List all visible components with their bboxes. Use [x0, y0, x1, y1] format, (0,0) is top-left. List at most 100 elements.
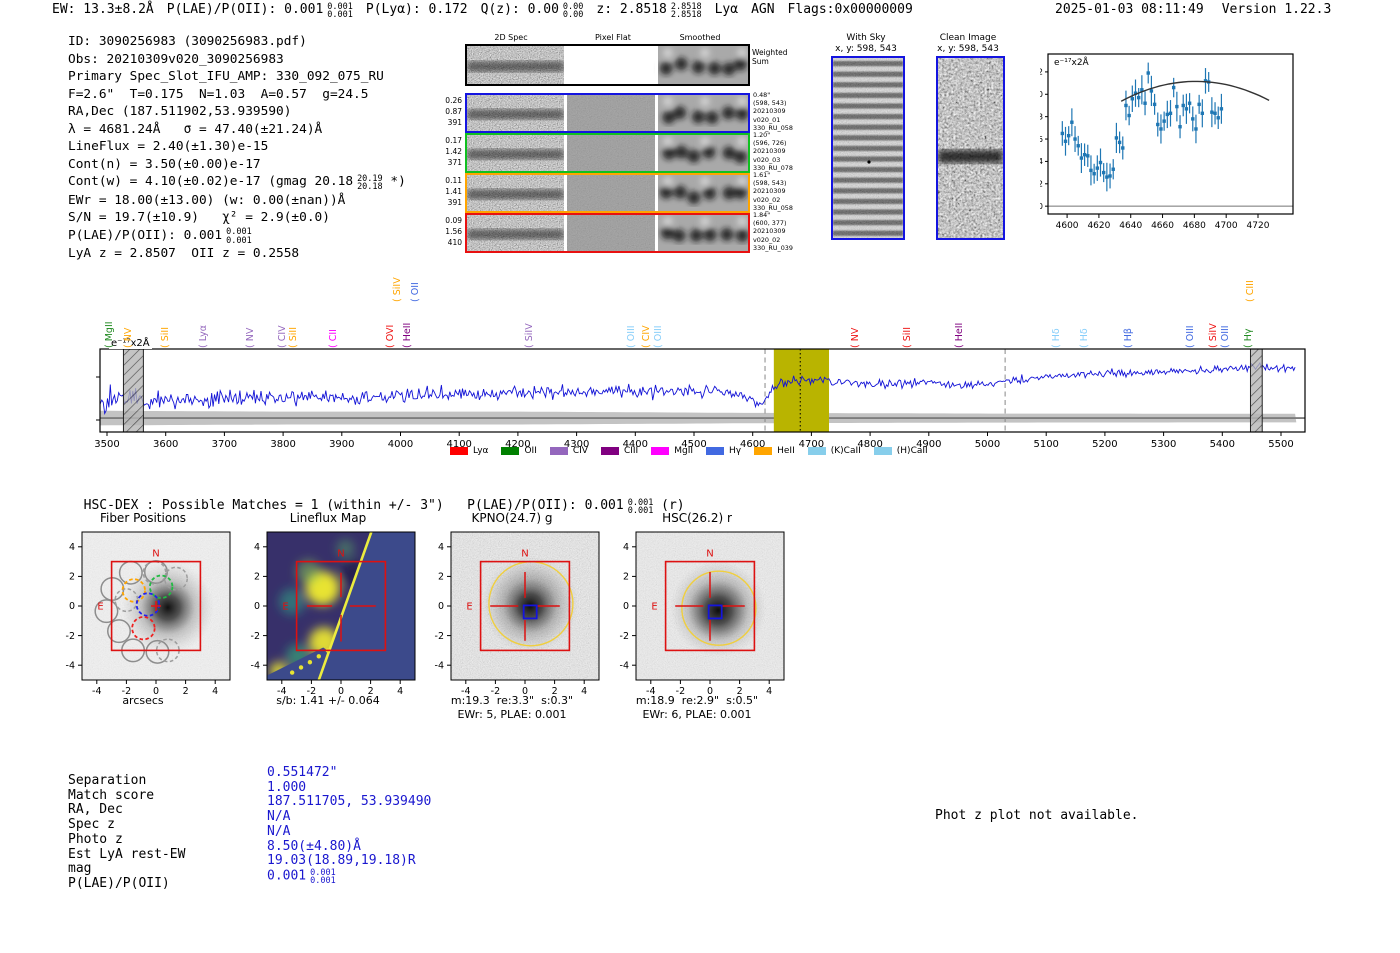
cutout-xlabel-kpno: m:19.3 re:3.3" s:0.3"	[450, 694, 574, 707]
header-plya: P(Lyα): 0.172	[365, 2, 468, 17]
svg-text:4: 4	[438, 542, 444, 553]
header-timestamp: 2025-01-03 08:11:49	[1055, 2, 1204, 17]
info-radec: RA,Dec (187.511902,53.939590)	[68, 104, 292, 120]
withsky-frame-image	[833, 58, 903, 238]
svg-text:-4: -4	[435, 660, 444, 671]
cleanimage-image	[936, 56, 1005, 240]
match-label-specz: Spec z	[68, 817, 115, 833]
svg-text:4: 4	[623, 542, 629, 553]
line-label-SiII: ( SiII	[901, 327, 913, 348]
line-label-MgII: ( MgII	[103, 321, 115, 348]
svg-text:4620: 4620	[1087, 221, 1110, 231]
line-label-SiIV: ( SiIV	[523, 323, 535, 348]
pixelflat-header: Pixel Flat	[595, 33, 631, 42]
svg-text:4640: 4640	[1119, 221, 1142, 231]
match-label-radec: RA, Dec	[68, 802, 123, 818]
svg-text:-4: -4	[66, 660, 75, 671]
cutout-title-hsc: HSC(26.2) r	[662, 511, 732, 525]
cutout-title-fiber: Fiber Positions	[99, 511, 187, 525]
line-label-Lyα: ( Lyα	[198, 324, 210, 348]
svg-text:N: N	[706, 548, 713, 559]
line-label-OIII: ( OIII	[1185, 325, 1197, 348]
line-label-NV: ( NV	[850, 327, 861, 348]
line-label-SiIV: ( SiIV	[391, 277, 403, 302]
cutout-plot-0: NE-4 -2 0 2 4420-2-4	[66, 531, 231, 697]
match-label-score: Match score	[68, 787, 155, 803]
svg-text:5100: 5100	[1033, 439, 1058, 450]
svg-text:5400: 5400	[1210, 439, 1235, 450]
2dspec-row-right-info: 1.84" (600, 377) 20210309 v020_02 330_RU_039	[753, 211, 793, 252]
legend-item-OII: OII	[501, 446, 537, 456]
line-label-OIII: ( OIII	[652, 325, 664, 348]
2dspec-weighted-row	[465, 44, 750, 86]
smoothed-header: Smoothed	[679, 33, 721, 42]
withsky-image	[831, 56, 905, 240]
header-type: Lyα	[714, 2, 739, 17]
svg-text:3900: 3900	[329, 439, 354, 450]
withsky-title: With Sky x, y: 598, 543	[835, 33, 897, 54]
2dspec-exposure-row	[465, 213, 750, 253]
legend-item-(K)CaII: (K)CaII	[807, 446, 861, 456]
svg-text:5000: 5000	[975, 439, 1000, 450]
info-seeing: F=2.6" T=0.175 N=1.03 A=0.57 g=24.5	[68, 86, 369, 102]
line-label-CII: ( CII	[327, 329, 339, 348]
legend-label: CIII	[623, 446, 639, 456]
legend-swatch	[807, 446, 826, 456]
cutout-plot-1: NE-4 -2 0 2 4420-2-4	[251, 531, 416, 697]
qz-stack: 0.00 0.00	[562, 1, 584, 20]
2dspec-exposure-row	[465, 173, 750, 213]
header-plae: P(LAE)/P(OII): 0.001 0.001 0.001	[166, 1, 353, 20]
legend-label: HeII	[777, 446, 795, 456]
legend-swatch	[873, 446, 892, 456]
photz-unavailable-note: Phot z plot not available.	[935, 808, 1139, 823]
svg-text:-2: -2	[620, 631, 629, 642]
info-sn-chi2: S/N = 19.7(±10.9) χ² = 2.9(±0.0)	[68, 210, 330, 226]
line-label-HeII: ( HeII	[954, 322, 966, 348]
line-label-Hδ: ( Hδ	[1078, 328, 1090, 348]
match-label-photoz: Photo z	[68, 831, 123, 847]
cutout-xlabel-fiber: arcsecs	[122, 694, 164, 707]
legend-item-(H)CaII: (H)CaII	[873, 446, 928, 456]
svg-text:12: 12	[1040, 68, 1043, 77]
cutout-title-lineflux: Lineflux Map	[289, 511, 367, 525]
line-label-SiIV: ( SiIV	[1208, 323, 1220, 348]
svg-text:-2: -2	[435, 631, 444, 642]
legend-swatch	[501, 446, 520, 456]
z-stack: 2.8518 2.8518	[670, 1, 702, 20]
header-z: z: 2.8518 2.8518 2.8518	[596, 1, 702, 20]
info-plae: P(LAE)/P(OII): 0.001 0.001 0.001	[68, 227, 252, 246]
2dspec-exposure-row-image	[467, 175, 748, 211]
svg-text:2: 2	[623, 572, 629, 583]
svg-text:N: N	[521, 548, 528, 559]
header-flags: Flags:0x00000009	[787, 2, 913, 17]
match-value-radec: 187.511705, 53.939490	[267, 794, 432, 810]
svg-text:5200: 5200	[1092, 439, 1117, 450]
legend-item-Hγ: Hγ	[706, 446, 741, 456]
match-label-separation: Separation	[68, 773, 147, 788]
svg-text:-2: -2	[251, 631, 260, 642]
svg-text:N: N	[152, 548, 159, 559]
2dspec-row-left-stats: 0.26 0.87 391	[445, 96, 462, 127]
svg-text:0: 0	[69, 601, 75, 612]
legend-item-CIV: CIV	[549, 446, 588, 456]
line-label-OIII: ( OIII	[626, 325, 638, 348]
svg-text:2: 2	[254, 572, 260, 583]
svg-text:N: N	[337, 548, 344, 559]
svg-text:3500: 3500	[95, 439, 120, 450]
2dspec-exposure-row-image	[467, 95, 749, 131]
match-value-plae: 0.001 0.001 0.001	[267, 867, 336, 887]
line-label-SiII: ( SiII	[287, 327, 299, 348]
legend-label: (K)CaII	[830, 446, 861, 456]
svg-text:E: E	[651, 602, 657, 613]
match-label-plae: P(LAE)/P(OII)	[68, 875, 170, 891]
svg-text:4: 4	[254, 542, 260, 553]
line-label-OII: ( OII	[409, 282, 421, 302]
line-label-Hγ: ( Hγ	[1243, 328, 1255, 349]
info-plae-stack: 0.001 0.001	[226, 227, 252, 246]
svg-text:0: 0	[1040, 202, 1043, 211]
cutout-plot-3: NE-4 -2 0 2 4420-2-4	[620, 531, 785, 697]
svg-text:-4: -4	[620, 660, 629, 671]
svg-text:4: 4	[69, 542, 75, 553]
2dspec-exposure-row	[465, 133, 750, 173]
legend-label: CIV	[572, 446, 588, 456]
